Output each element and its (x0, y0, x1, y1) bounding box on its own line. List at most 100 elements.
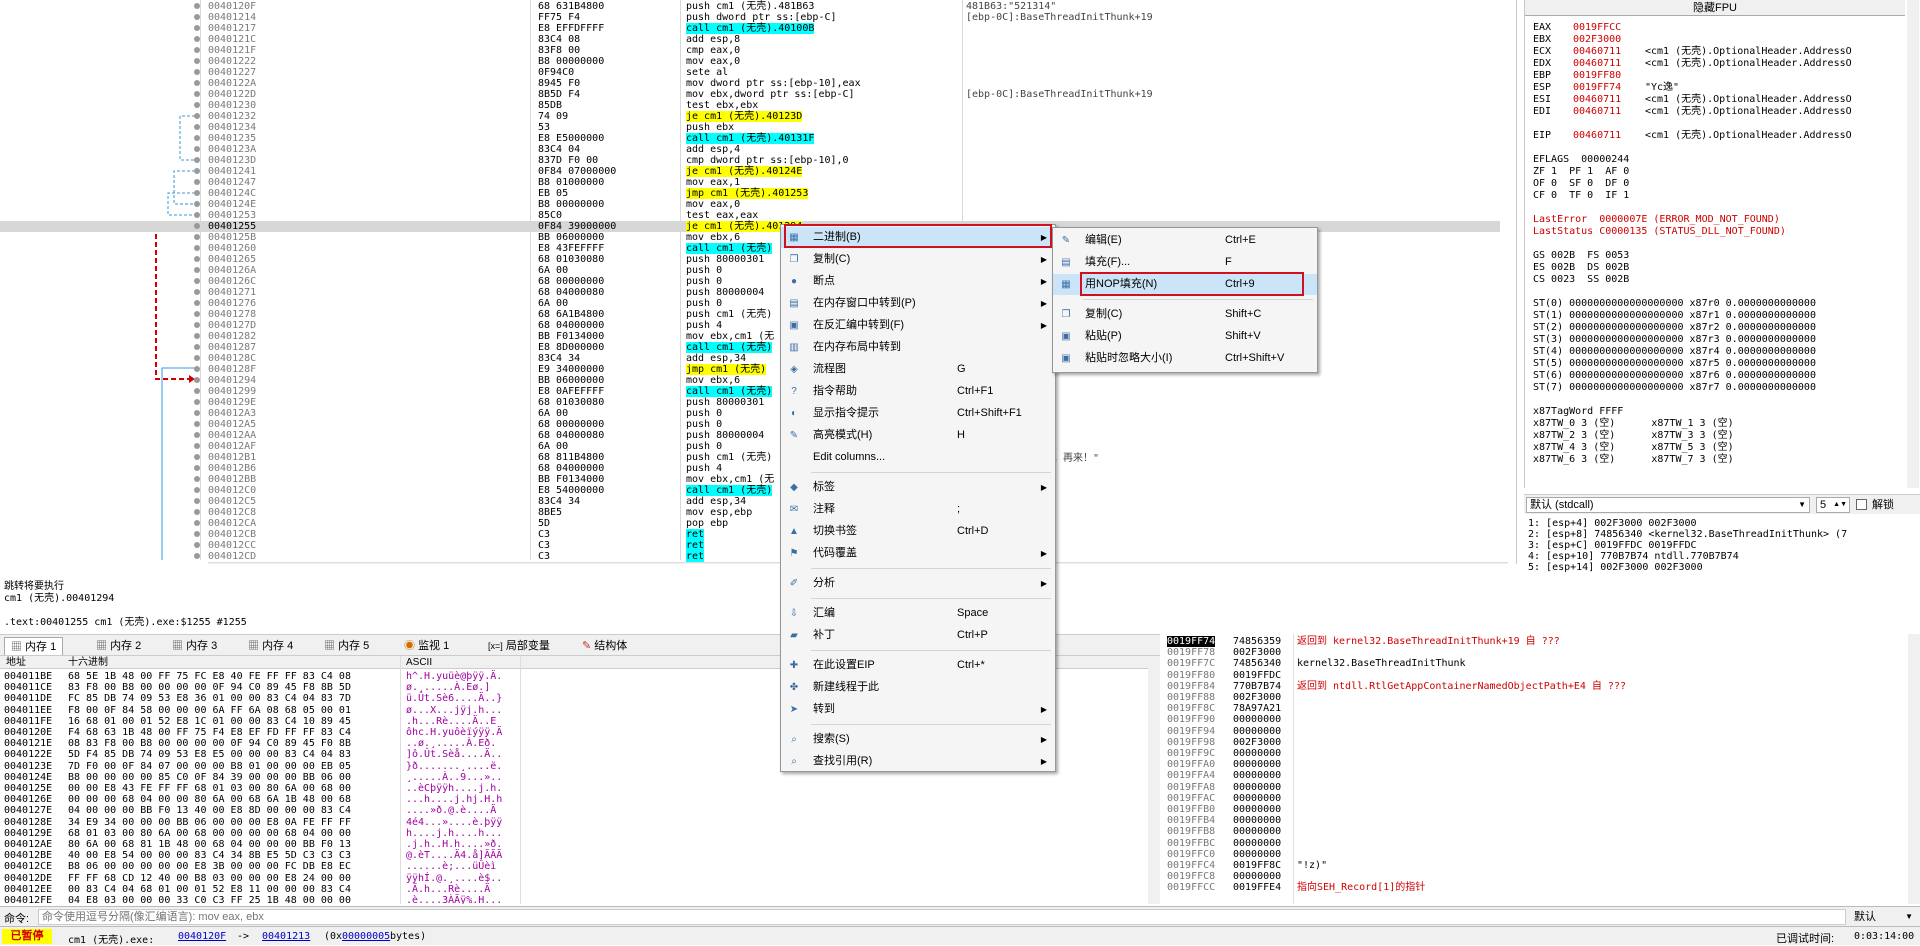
disasm-row[interactable]: 0040122D 8B5D F4 mov ebx,dword ptr ss:[ebp… (0, 89, 1500, 100)
disasm-row[interactable]: 004012CB C3 ret (0, 529, 1500, 540)
register-value[interactable]: 00460711 (1573, 46, 1621, 58)
stack-view[interactable]: 0019FF74 74856359 返回到 kernel32.BaseThreadI… (1163, 634, 1920, 904)
disasm-row[interactable]: 004012B6 68 04000000 push 4 (0, 463, 1500, 474)
register-ebp[interactable]: EBP 0019FF80 (1533, 70, 1903, 82)
register-ebx[interactable]: EBX 002F3000 (1533, 34, 1903, 46)
disasm-row[interactable]: 00401234 53 push ebx (0, 122, 1500, 133)
stack-row[interactable]: 0019FFB0 00000000 (1163, 804, 1903, 815)
register-edx[interactable]: EDX 00460711 <cm1 (无壳).OptionalHeader.Addr… (1533, 58, 1903, 70)
stack-row[interactable]: 0019FFC0 00000000 (1163, 849, 1903, 860)
disasm-row[interactable]: 00401253 85C0 test eax,eax (0, 210, 1500, 221)
stack-row[interactable]: 0019FF90 00000000 (1163, 714, 1903, 725)
tab-memory-4[interactable]: ▦ 内存 4 (242, 637, 299, 655)
disasm-row[interactable]: 0040123A 83C4 04 add esp,4 (0, 144, 1500, 155)
disasm-row[interactable]: 00401217 E8 EFFDFFFF call cm1 (无壳).40100B (0, 23, 1500, 34)
stack-scrollbar[interactable] (1908, 634, 1920, 904)
tab-memory-3[interactable]: ▦ 内存 3 (166, 637, 223, 655)
stack-row[interactable]: 0019FFC4 0019FF8C "!z)" (1163, 860, 1903, 871)
menu-item[interactable]: ✐ 分析 ▶ (781, 573, 1055, 594)
stack-row[interactable]: 0019FF84 770B7B74 返回到 ntdll.RtlGetAppConta… (1163, 681, 1903, 692)
disasm-row[interactable]: 00401241 0F84 07000000 je cm1 (无壳).40124E (0, 166, 1500, 177)
disasm-row[interactable]: 00401294 BB 06000000 mov ebx,6 (0, 375, 1500, 386)
menu-item[interactable]: ▤ 填充(F)... F (1053, 252, 1317, 273)
menu-item[interactable]: ✉ 注释; (781, 499, 1055, 520)
stack-row[interactable]: 0019FF98 002F3000 (1163, 737, 1903, 748)
register-eip[interactable]: EIP 00460711 <cm1 (无壳).OptionalHeader.Addr… (1533, 130, 1903, 142)
stack-row[interactable]: 0019FF78 002F3000 (1163, 647, 1903, 658)
disasm-row[interactable]: 004012C5 83C4 34 add esp,34 (0, 496, 1500, 507)
menu-item[interactable]: ▲ 切换书签 Ctrl+D (781, 521, 1055, 542)
stack-row[interactable]: 0019FFCC 0019FFE4 指向SEH_Record[1]的指针 (1163, 882, 1903, 893)
disasm-row[interactable]: 0040129E 68 01030080 push 80000301 (0, 397, 1500, 408)
menu-item[interactable]: ● 断点 ▶ (781, 271, 1055, 292)
disasm-row[interactable]: 0040122A 8945 F0 mov dword ptr ss:[ebp-10]… (0, 78, 1500, 89)
dump-scrollbar[interactable] (1148, 656, 1160, 904)
disasm-row[interactable]: 0040121C 83C4 08 add esp,8 (0, 34, 1500, 45)
disasm-row[interactable]: 0040123D 837D F0 00 cmp dword ptr ss:[ebp-… (0, 155, 1500, 166)
tab-memory-1[interactable]: ▦ 内存 1 (4, 637, 64, 655)
stack-row[interactable]: 0019FF8C 78A97A21 (1163, 703, 1903, 714)
register-value[interactable]: 002F3000 (1573, 34, 1621, 46)
menu-item[interactable]: ⚑ 代码覆盖 ▶ (781, 543, 1055, 564)
stack-row[interactable]: 0019FF94 00000000 (1163, 726, 1903, 737)
stack-row[interactable]: 0019FFB8 00000000 (1163, 826, 1903, 837)
menu-item[interactable]: ▣ 粘贴时忽略大小(I) Ctrl+Shift+V (1053, 348, 1317, 369)
status-size[interactable]: 00000005 (342, 931, 390, 942)
disasm-row[interactable]: 0040120F 68 631B4800 push cm1 (无壳).481B63 4… (0, 1, 1500, 12)
menu-item[interactable]: ⌕ 查找引用(R) ▶ (781, 751, 1055, 772)
arg-count-spinner[interactable]: 5 ▲▼ (1816, 497, 1850, 513)
regs-scrollbar[interactable] (1907, 0, 1919, 488)
disasm-row[interactable]: 004012CC C3 ret (0, 540, 1500, 551)
menu-item[interactable]: ➤ 转到 ▶ (781, 699, 1055, 720)
stack-row[interactable]: 0019FFA8 00000000 (1163, 782, 1903, 793)
command-mode-select[interactable]: 默认 ▼ (1850, 909, 1916, 925)
menu-item[interactable]: ✎ 高亮模式(H) H (781, 425, 1055, 446)
disasm-row[interactable]: 00401235 E8 E5000000 call cm1 (无壳).40131F (0, 133, 1500, 144)
menu-item[interactable]: ▰ 补丁 Ctrl+P (781, 625, 1055, 646)
register-value[interactable]: 00460711 (1573, 58, 1621, 70)
menu-item[interactable]: ◆ 标签 ▶ (781, 477, 1055, 498)
stack-row[interactable]: 0019FF88 002F3000 (1163, 692, 1903, 703)
register-esi[interactable]: ESI 00460711 <cm1 (无壳).OptionalHeader.Addr… (1533, 94, 1903, 106)
stack-row[interactable]: 0019FFA0 00000000 (1163, 759, 1903, 770)
menu-item[interactable]: ▥ 在内存布局中转到 (781, 337, 1055, 358)
disasm-row[interactable]: 004012AA 68 04000080 push 80000004 (0, 430, 1500, 441)
command-input[interactable] (38, 909, 1846, 925)
menu-item[interactable]: ◈ 流程图 G (781, 359, 1055, 380)
menu-item[interactable]: ❐ 复制(C) Shift+C (1053, 304, 1317, 325)
disasm-row[interactable]: 00401230 85DB test ebx,ebx (0, 100, 1500, 111)
tab-watch-1[interactable]: ◉ 监视 1 (398, 637, 455, 655)
disasm-row[interactable]: 00401247 B8 01000000 mov eax,1 (0, 177, 1500, 188)
menu-item[interactable]: ✤ 新建线程于此 (781, 677, 1055, 698)
menu-item[interactable]: ⇩ 汇编 Space (781, 603, 1055, 624)
register-value[interactable]: 0019FF80 (1573, 70, 1621, 82)
menu-item[interactable]: ▣ 在反汇编中转到(F) ▶ (781, 315, 1055, 336)
register-value[interactable]: 0019FF74 (1573, 82, 1621, 94)
stack-row[interactable]: 0019FF9C 00000000 (1163, 748, 1903, 759)
disasm-row[interactable]: 00401222 B8 00000000 mov eax,0 (0, 56, 1500, 67)
stack-row[interactable]: 0019FF7C 74856340 kernel32.BaseThreadInitT… (1163, 658, 1903, 669)
menu-item[interactable]: ✚ 在此设置EIP Ctrl+* (781, 655, 1055, 676)
disasm-row[interactable]: 004012C8 8BE5 mov esp,ebp (0, 507, 1500, 518)
disasm-row[interactable]: 004012CA 5D pop ebp (0, 518, 1500, 529)
status-to-address[interactable]: 00401213 (262, 931, 310, 942)
register-value[interactable]: 00460711 (1573, 94, 1621, 106)
disasm-row[interactable]: 004012B1 68 811B4800 push cm1 (无壳) (0, 452, 1500, 463)
menu-item[interactable]: ❐ 复制(C) ▶ (781, 249, 1055, 270)
disasm-row[interactable]: 0040121F 83F8 00 cmp eax,0 (0, 45, 1500, 56)
register-edi[interactable]: EDI 00460711 <cm1 (无壳).OptionalHeader.Addr… (1533, 106, 1903, 118)
menu-item[interactable]: ? 指令帮助 Ctrl+F1 (781, 381, 1055, 402)
register-ecx[interactable]: ECX 00460711 <cm1 (无壳).OptionalHeader.Addr… (1533, 46, 1903, 58)
status-from-address[interactable]: 0040120F (178, 931, 226, 942)
stack-row[interactable]: 0019FFAC 00000000 (1163, 793, 1903, 804)
disasm-row[interactable]: 00401227 0F94C0 sete al (0, 67, 1500, 78)
disasm-row[interactable]: 004012BB BB F0134000 mov ebx,cm1 (无 (0, 474, 1500, 485)
disasm-row[interactable]: 00401299 E8 0AFEFFFF call cm1 (无壳) (0, 386, 1500, 397)
register-value[interactable]: 00460711 (1573, 130, 1621, 142)
calling-convention-select[interactable]: 默认 (stdcall) ▼ (1526, 497, 1810, 513)
tab-memory-5[interactable]: ▦ 内存 5 (318, 637, 375, 655)
register-eax[interactable]: EAX 0019FFCC (1533, 22, 1903, 34)
register-esp[interactable]: ESP 0019FF74 "Yc逸" (1533, 82, 1903, 94)
disasm-row[interactable]: 00401214 FF75 F4 push dword ptr ss:[ebp-C]… (0, 12, 1500, 23)
stack-row[interactable]: 0019FF74 74856359 返回到 kernel32.BaseThreadI… (1163, 636, 1903, 647)
